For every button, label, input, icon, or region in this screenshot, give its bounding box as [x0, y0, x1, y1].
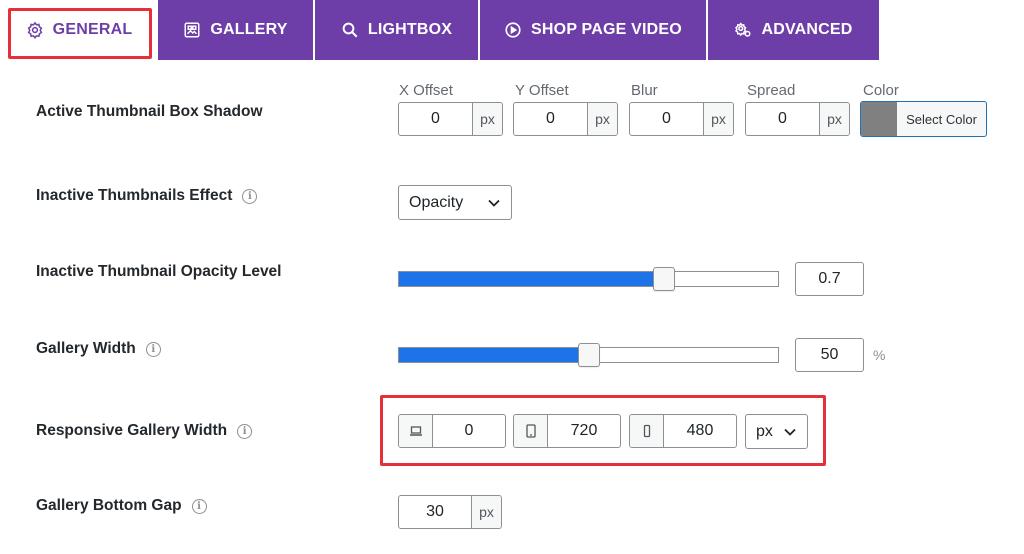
gallery-width-label: Gallery Width	[36, 340, 136, 357]
slider-thumb[interactable]	[578, 343, 600, 367]
responsive-unit-select[interactable]: px	[745, 414, 808, 449]
laptop-icon	[399, 415, 433, 447]
y-offset-label: Y Offset	[515, 82, 569, 99]
opacity-value-field[interactable]: 0.7	[795, 262, 864, 296]
opacity-slider[interactable]	[398, 267, 779, 291]
bottom-gap-label: Gallery Bottom Gap	[36, 497, 182, 514]
percent-unit: %	[873, 347, 886, 363]
row-label-inactive-effect: Inactive Thumbnails Effect i	[36, 187, 258, 205]
row-label-responsive-width: Responsive Gallery Width i	[36, 422, 253, 440]
play-icon	[504, 21, 522, 39]
chevron-down-icon	[783, 425, 797, 439]
tablet-width-field[interactable]: 720	[513, 414, 621, 448]
info-icon[interactable]: i	[242, 188, 258, 204]
gallery-width-value[interactable]: 50	[821, 346, 839, 364]
tab-lightbox[interactable]: LIGHTBOX	[315, 0, 478, 60]
tab-advanced[interactable]: ADVANCED	[708, 0, 879, 60]
box-shadow-label: Active Thumbnail Box Shadow	[36, 103, 263, 120]
color-swatch	[861, 102, 897, 136]
mobile-width-input[interactable]: 480	[664, 415, 736, 447]
slider-fill	[399, 348, 589, 362]
row-label-box-shadow: Active Thumbnail Box Shadow	[36, 103, 263, 121]
spread-field[interactable]: 0 px	[745, 102, 850, 136]
tablet-icon	[514, 415, 548, 447]
slider-fill	[399, 272, 664, 286]
tab-general[interactable]: GENERAL	[0, 0, 158, 60]
select-color-label: Select Color	[906, 111, 977, 127]
tab-label: ADVANCED	[761, 21, 853, 38]
unit-label: px	[471, 496, 501, 528]
tablet-width-input[interactable]: 720	[548, 415, 620, 447]
unit-label: px	[472, 103, 502, 135]
gallery-width-slider[interactable]	[398, 343, 779, 367]
chevron-down-icon	[487, 196, 501, 210]
y-offset-field[interactable]: 0 px	[513, 102, 618, 136]
tab-shop-page-video[interactable]: SHOP PAGE VIDEO	[480, 0, 706, 60]
blur-field[interactable]: 0 px	[629, 102, 734, 136]
info-icon[interactable]: i	[237, 423, 253, 439]
opacity-level-label: Inactive Thumbnail Opacity Level	[36, 263, 282, 280]
settings-gear-icon	[734, 21, 752, 39]
unit-label: px	[819, 103, 849, 135]
row-label-gallery-width: Gallery Width i	[36, 340, 161, 358]
inactive-effect-select[interactable]: Opacity	[398, 185, 512, 220]
gallery-icon	[183, 21, 201, 39]
bottom-gap-field[interactable]: 30 px	[398, 495, 502, 529]
tab-label: LIGHTBOX	[367, 21, 453, 38]
info-icon[interactable]: i	[191, 498, 207, 514]
unit-label: px	[587, 103, 617, 135]
tab-label: SHOP PAGE VIDEO	[531, 21, 682, 38]
inactive-effect-value: Opacity	[409, 193, 464, 211]
inactive-effect-label: Inactive Thumbnails Effect	[36, 187, 233, 204]
opacity-value[interactable]: 0.7	[818, 270, 840, 288]
slider-thumb[interactable]	[653, 267, 675, 291]
row-label-bottom-gap: Gallery Bottom Gap i	[36, 497, 207, 515]
search-icon	[341, 21, 359, 39]
mobile-icon	[630, 415, 664, 447]
x-offset-field[interactable]: 0 px	[398, 102, 503, 136]
tab-label: GENERAL	[52, 21, 133, 38]
blur-input[interactable]: 0	[630, 103, 703, 135]
mobile-width-field[interactable]: 480	[629, 414, 737, 448]
y-offset-input[interactable]: 0	[514, 103, 587, 135]
responsive-unit-value: px	[756, 422, 773, 440]
desktop-width-field[interactable]: 0	[398, 414, 506, 448]
gallery-width-value-field[interactable]: 50	[795, 338, 864, 372]
tab-bar: GENERAL GALLERY LIGHTBOX SHOP PAGE VIDEO…	[0, 0, 1024, 60]
gear-icon	[26, 21, 44, 39]
x-offset-label: X Offset	[399, 82, 453, 99]
select-color-button[interactable]: Select Color	[860, 101, 987, 137]
x-offset-input[interactable]: 0	[399, 103, 472, 135]
row-label-opacity-level: Inactive Thumbnail Opacity Level	[36, 263, 282, 281]
unit-label: px	[703, 103, 733, 135]
info-icon[interactable]: i	[145, 341, 161, 357]
bottom-gap-input[interactable]: 30	[399, 496, 471, 528]
spread-label: Spread	[747, 82, 796, 99]
responsive-width-label: Responsive Gallery Width	[36, 422, 228, 439]
spread-input[interactable]: 0	[746, 103, 819, 135]
blur-label: Blur	[631, 82, 658, 99]
tab-gallery[interactable]: GALLERY	[158, 0, 313, 60]
desktop-width-input[interactable]: 0	[433, 415, 505, 447]
color-label: Color	[863, 82, 899, 99]
tab-label: GALLERY	[210, 21, 288, 38]
